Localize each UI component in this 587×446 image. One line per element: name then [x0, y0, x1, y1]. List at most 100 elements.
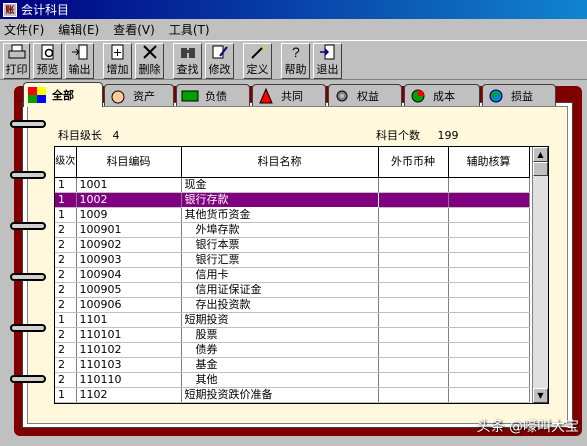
name-cell[interactable]: 股票	[181, 327, 379, 343]
code-cell[interactable]: 100905	[76, 282, 182, 298]
tab-profit-loss[interactable]: 损益	[482, 84, 556, 106]
table-row[interactable]: 2 100901 外埠存款	[55, 222, 530, 238]
name-cell[interactable]: 其他货币资金	[181, 207, 379, 223]
level-cell[interactable]: 2	[55, 357, 77, 373]
level-cell[interactable]: 2	[55, 282, 77, 298]
table-row[interactable]: 2 100905 信用证保证金	[55, 282, 530, 298]
level-cell[interactable]: 1	[55, 192, 77, 208]
auxiliary-cell[interactable]	[448, 372, 530, 388]
currency-cell[interactable]	[378, 357, 449, 373]
currency-cell[interactable]	[378, 372, 449, 388]
header-name[interactable]: 科目名称	[181, 147, 379, 178]
level-cell[interactable]: 1	[55, 177, 77, 193]
header-level[interactable]: 级次	[55, 147, 77, 178]
code-cell[interactable]: 100904	[76, 267, 182, 283]
table-row[interactable]: 1 1001 现金	[55, 177, 530, 193]
level-cell[interactable]: 1	[55, 387, 77, 403]
name-cell[interactable]: 其他	[181, 372, 379, 388]
auxiliary-cell[interactable]	[448, 342, 530, 358]
name-cell[interactable]: 基金	[181, 357, 379, 373]
level-cell[interactable]: 2	[55, 297, 77, 313]
auxiliary-cell[interactable]	[448, 387, 530, 403]
table-row[interactable]: 1 1009 其他货币资金	[55, 207, 530, 223]
name-cell[interactable]: 银行汇票	[181, 252, 379, 268]
auxiliary-cell[interactable]	[448, 312, 530, 328]
code-cell[interactable]: 1002	[76, 192, 182, 208]
menu-tools[interactable]: 工具(T)	[169, 21, 210, 38]
auxiliary-cell[interactable]	[448, 357, 530, 373]
code-cell[interactable]: 1009	[76, 207, 182, 223]
name-cell[interactable]: 存出投资款	[181, 297, 379, 313]
help-button[interactable]: ? 帮助	[281, 43, 310, 79]
exit-button[interactable]: 退出	[313, 43, 342, 79]
currency-cell[interactable]	[378, 252, 449, 268]
level-cell[interactable]: 2	[55, 222, 77, 238]
name-cell[interactable]: 银行存款	[180, 191, 379, 208]
auxiliary-cell[interactable]	[448, 327, 530, 343]
currency-cell[interactable]	[378, 237, 449, 253]
code-cell[interactable]: 100906	[76, 297, 182, 313]
define-button[interactable]: 定义	[243, 43, 272, 79]
level-cell[interactable]: 2	[55, 237, 77, 253]
tab-common[interactable]: 共同	[252, 84, 326, 106]
level-cell[interactable]: 2	[55, 327, 77, 343]
currency-cell[interactable]	[378, 297, 449, 313]
table-row[interactable]: 2 110103 基金	[55, 357, 530, 373]
code-cell[interactable]: 110110	[76, 372, 182, 388]
name-cell[interactable]: 外埠存款	[181, 222, 379, 238]
code-cell[interactable]: 100903	[76, 252, 182, 268]
vertical-scrollbar[interactable]: ▲ ▼	[532, 147, 548, 403]
auxiliary-cell[interactable]	[448, 267, 530, 283]
find-button[interactable]: 查找	[173, 43, 202, 79]
name-cell[interactable]: 信用证保证金	[181, 282, 379, 298]
name-cell[interactable]: 现金	[181, 177, 379, 193]
table-row[interactable]: 1 1002 银行存款	[55, 191, 530, 208]
menu-view[interactable]: 查看(V)	[113, 21, 155, 38]
code-cell[interactable]: 1101	[76, 312, 182, 328]
name-cell[interactable]: 信用卡	[181, 267, 379, 283]
modify-button[interactable]: 修改	[205, 43, 234, 79]
code-cell[interactable]: 1001	[76, 177, 182, 193]
level-cell[interactable]: 2	[55, 267, 77, 283]
header-code[interactable]: 科目编码	[76, 147, 182, 178]
name-cell[interactable]: 银行本票	[181, 237, 379, 253]
auxiliary-cell[interactable]	[448, 192, 530, 208]
tab-all[interactable]: 全部	[23, 82, 103, 107]
code-cell[interactable]: 100902	[76, 237, 182, 253]
table-row[interactable]: 2 110101 股票	[55, 327, 530, 343]
auxiliary-cell[interactable]	[448, 207, 530, 223]
table-row[interactable]: 2 110102 债券	[55, 342, 530, 358]
currency-cell[interactable]	[378, 327, 449, 343]
code-cell[interactable]: 110102	[76, 342, 182, 358]
currency-cell[interactable]	[378, 267, 449, 283]
print-button[interactable]: 打印	[3, 43, 30, 79]
menu-edit[interactable]: 编辑(E)	[58, 21, 99, 38]
auxiliary-cell[interactable]	[448, 177, 530, 193]
currency-cell[interactable]	[378, 177, 449, 193]
name-cell[interactable]: 短期投资	[181, 312, 379, 328]
code-cell[interactable]: 110103	[76, 357, 182, 373]
auxiliary-cell[interactable]	[448, 282, 530, 298]
code-cell[interactable]: 110101	[76, 327, 182, 343]
scroll-up-button[interactable]: ▲	[533, 147, 548, 162]
currency-cell[interactable]	[378, 342, 449, 358]
currency-cell[interactable]	[378, 207, 449, 223]
name-cell[interactable]: 短期投资跌价准备	[181, 387, 379, 403]
table-row[interactable]: 2 100904 信用卡	[55, 267, 530, 283]
table-row[interactable]: 1 1101 短期投资	[55, 312, 530, 328]
table-row[interactable]: 2 110110 其他	[55, 372, 530, 388]
level-cell[interactable]: 2	[55, 252, 77, 268]
level-cell[interactable]: 1	[55, 312, 77, 328]
currency-cell[interactable]	[378, 282, 449, 298]
auxiliary-cell[interactable]	[448, 252, 530, 268]
currency-cell[interactable]	[378, 387, 449, 403]
export-button[interactable]: 输出	[65, 43, 94, 79]
level-cell[interactable]: 2	[55, 342, 77, 358]
tab-assets[interactable]: 资产	[104, 84, 174, 106]
header-auxiliary[interactable]: 辅助核算	[448, 147, 530, 178]
preview-button[interactable]: 预览	[33, 43, 62, 79]
currency-cell[interactable]	[378, 312, 449, 328]
name-cell[interactable]: 债券	[181, 342, 379, 358]
code-cell[interactable]: 100901	[76, 222, 182, 238]
level-cell[interactable]: 1	[55, 207, 77, 223]
